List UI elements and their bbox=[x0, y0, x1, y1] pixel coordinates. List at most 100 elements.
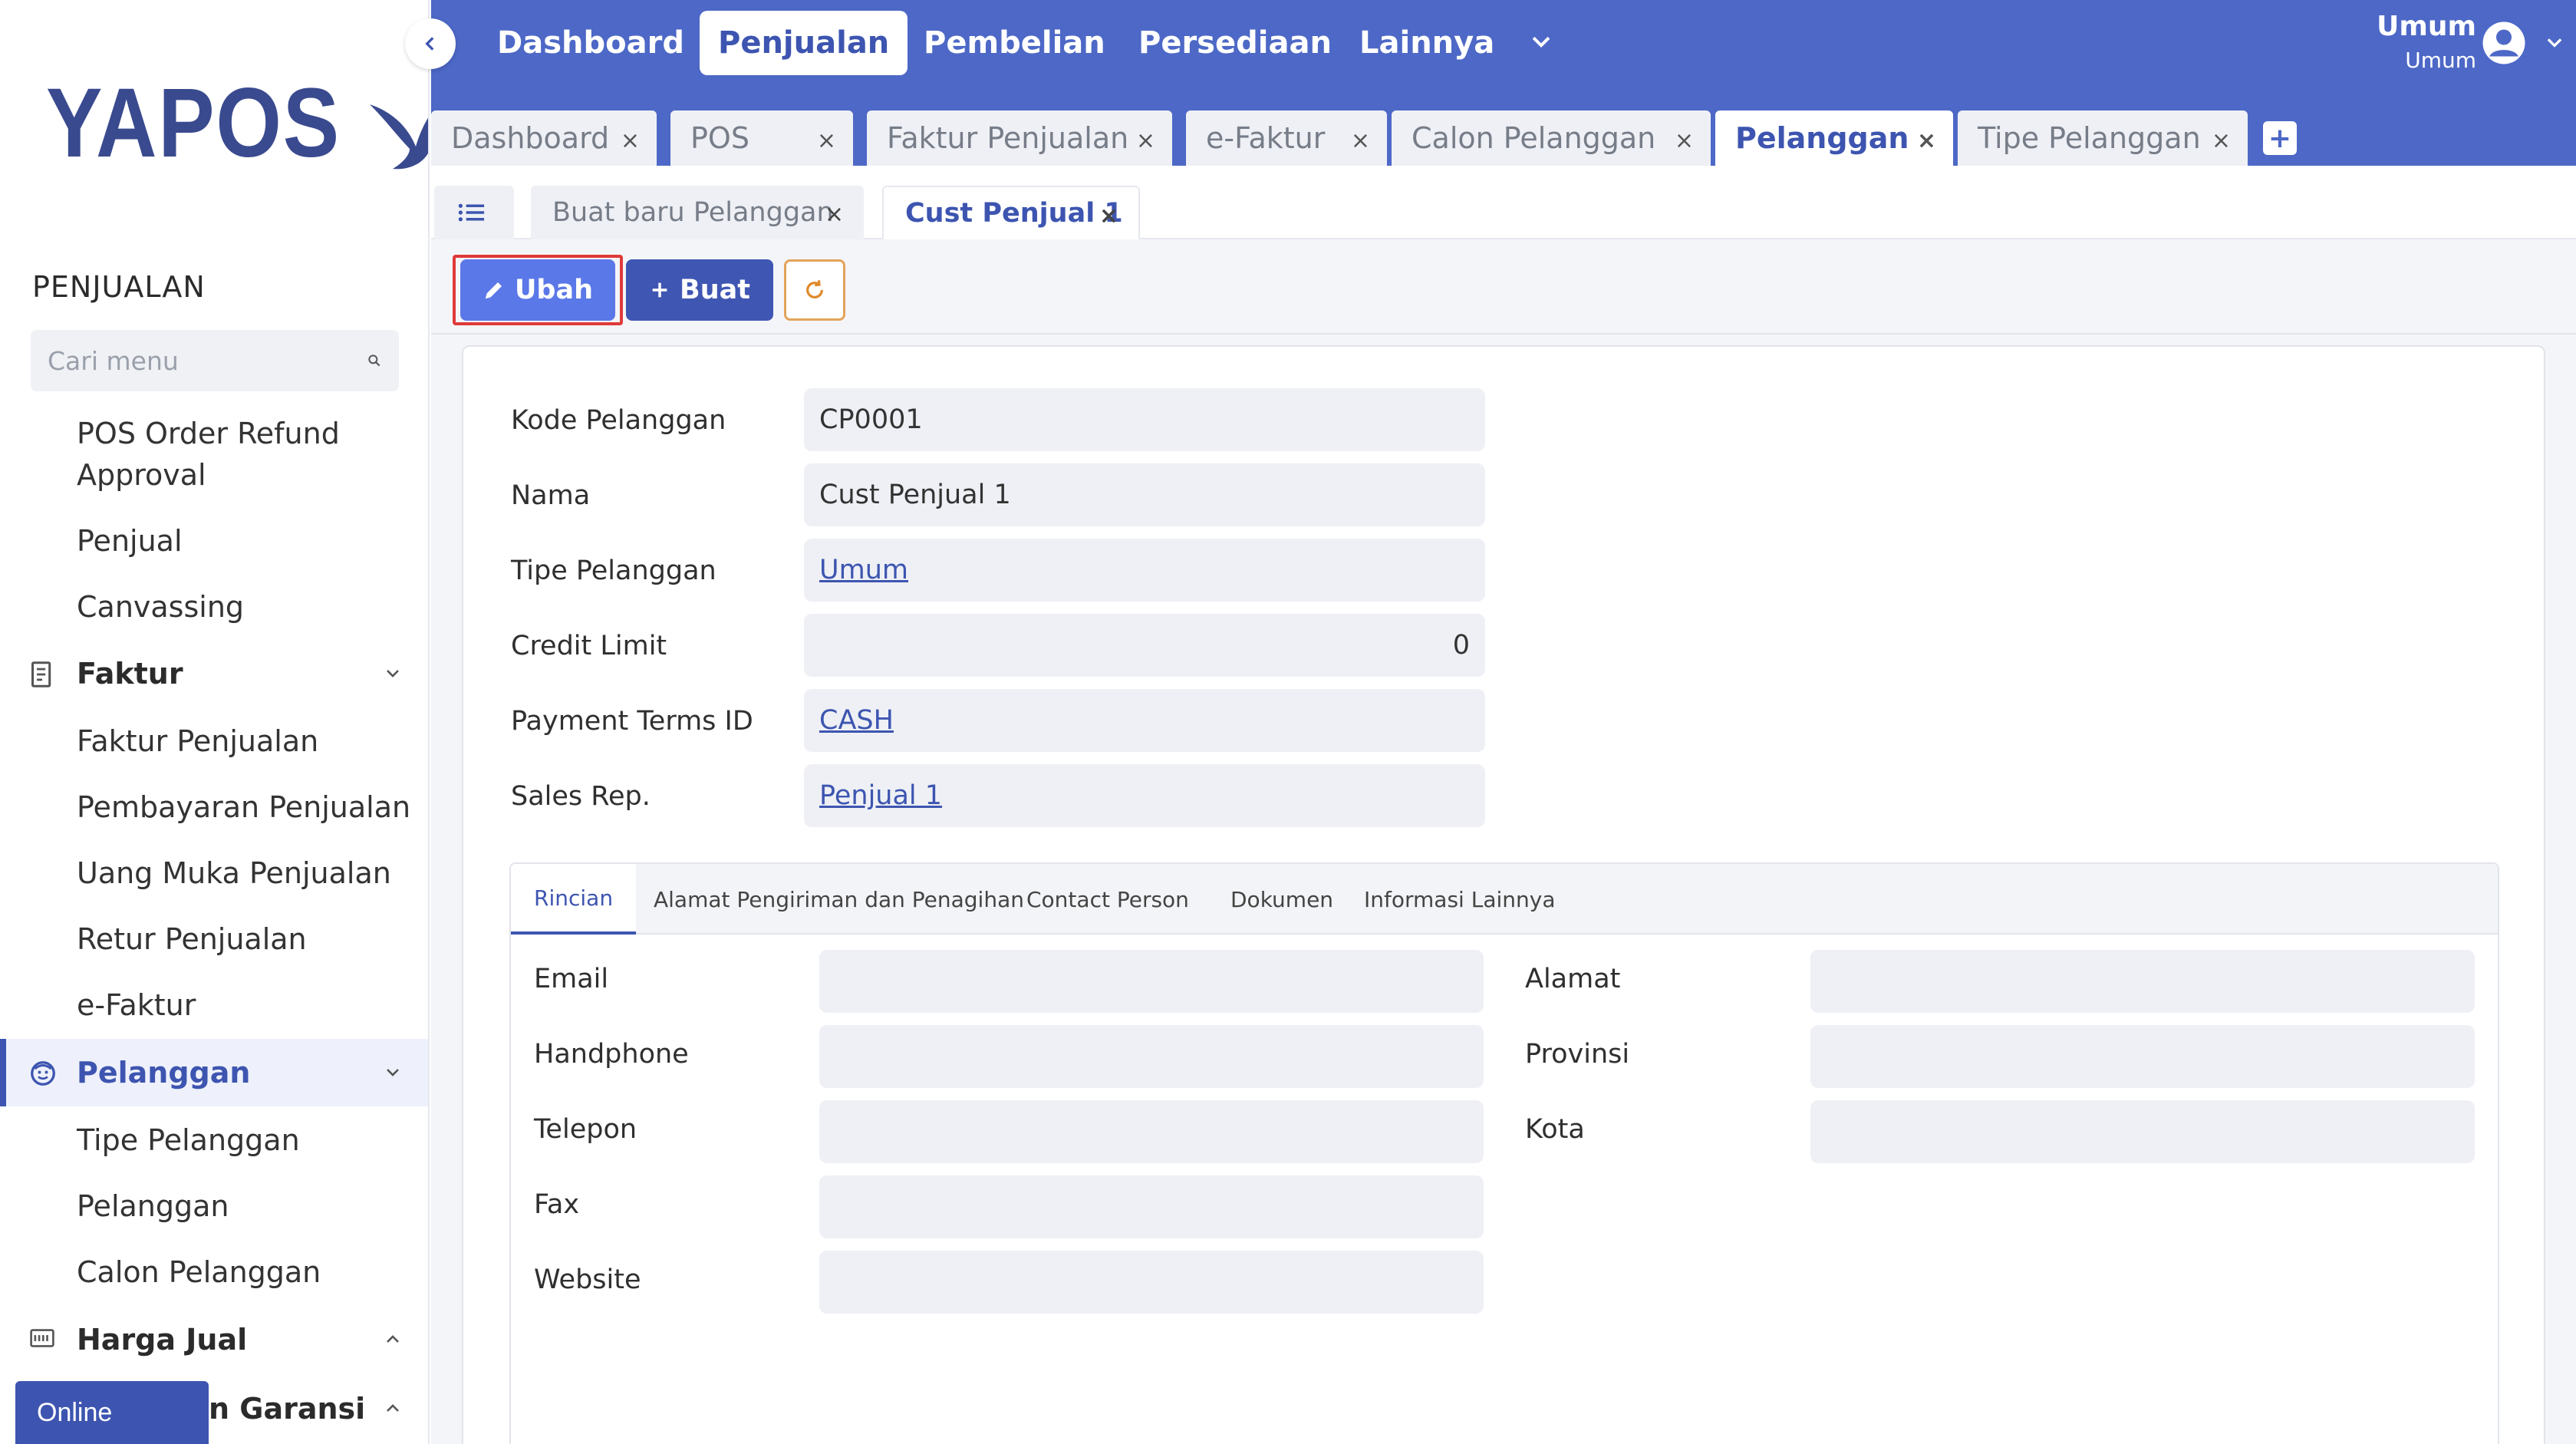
kode-pelanggan-field: CP0001 bbox=[804, 388, 1485, 451]
alamat-field bbox=[1810, 950, 2475, 1013]
telepon-label: Telepon bbox=[534, 1114, 637, 1145]
list-view-button[interactable] bbox=[434, 186, 514, 239]
search-icon[interactable] bbox=[367, 349, 382, 372]
edit-button[interactable]: Ubah bbox=[460, 259, 615, 321]
tab-label: Pelanggan bbox=[1735, 121, 1909, 155]
close-icon[interactable]: × bbox=[825, 201, 844, 228]
close-icon[interactable]: × bbox=[1917, 127, 1936, 154]
payment-terms-label: Payment Terms ID bbox=[511, 706, 753, 737]
credit-limit-field: 0 bbox=[804, 614, 1485, 677]
chevron-down-icon[interactable] bbox=[2544, 32, 2565, 54]
sidebar-group-label: n Garansi bbox=[209, 1392, 366, 1426]
sidebar-group-label: Faktur bbox=[77, 657, 183, 691]
sidebar-group-faktur[interactable]: Faktur bbox=[0, 640, 428, 707]
close-icon[interactable]: × bbox=[1136, 127, 1155, 154]
alamat-label: Alamat bbox=[1525, 964, 1621, 994]
close-icon[interactable]: × bbox=[1351, 127, 1370, 154]
provinsi-label: Provinsi bbox=[1525, 1039, 1630, 1070]
sidebar-item-pembayaran-penjualan[interactable]: Pembayaran Penjualan bbox=[77, 786, 410, 828]
nav-penjualan[interactable]: Penjualan bbox=[700, 11, 908, 75]
nama-field: Cust Penjual 1 bbox=[804, 463, 1485, 526]
kode-pelanggan-value: CP0001 bbox=[819, 404, 923, 435]
sidebar-item-faktur-penjualan[interactable]: Faktur Penjualan bbox=[77, 720, 318, 762]
tab-calon-pelanggan[interactable]: Calon Pelanggan × bbox=[1392, 110, 1711, 166]
payment-terms-link[interactable]: CASH bbox=[819, 705, 894, 736]
tab-label: Dashboard bbox=[451, 121, 610, 155]
website-field bbox=[819, 1251, 1484, 1314]
sidebar-item-calon-pelanggan[interactable]: Calon Pelanggan bbox=[77, 1251, 321, 1293]
create-button[interactable]: Buat bbox=[626, 259, 773, 321]
sidebar-item-retur-penjualan[interactable]: Retur Penjualan bbox=[77, 918, 307, 960]
tab-label: Calon Pelanggan bbox=[1412, 121, 1656, 155]
menu-search-input[interactable] bbox=[48, 345, 367, 376]
user-avatar-icon[interactable] bbox=[2481, 20, 2527, 66]
sidebar-item-approval[interactable]: Approval bbox=[77, 454, 206, 496]
sidebar-group-label: Harga Jual bbox=[77, 1323, 248, 1357]
tab-faktur-penjualan[interactable]: Faktur Penjualan × bbox=[867, 110, 1172, 166]
nav-pembelian[interactable]: Pembelian bbox=[905, 11, 1124, 75]
tab-contact-person[interactable]: Contact Person bbox=[1003, 864, 1212, 935]
sales-rep-link[interactable]: Penjual 1 bbox=[819, 780, 942, 811]
sidebar-item-canvassing[interactable]: Canvassing bbox=[77, 586, 244, 628]
sidebar-item-e-faktur[interactable]: e-Faktur bbox=[77, 984, 196, 1026]
chevron-up-icon bbox=[387, 1335, 399, 1343]
tab-alamat-pengiriman[interactable]: Alamat Pengiriman dan Penagihan bbox=[631, 864, 1047, 935]
payment-terms-field: CASH bbox=[804, 689, 1485, 752]
close-icon[interactable]: × bbox=[621, 127, 640, 154]
refresh-button[interactable] bbox=[784, 259, 845, 321]
close-icon[interactable]: × bbox=[1675, 127, 1694, 154]
tab-rincian[interactable]: Rincian bbox=[511, 864, 637, 935]
sidebar-group-pelanggan[interactable]: Pelanggan bbox=[0, 1039, 428, 1106]
kota-label: Kota bbox=[1525, 1114, 1585, 1145]
tab-dokumen[interactable]: Dokumen bbox=[1207, 864, 1356, 935]
tipe-pelanggan-link[interactable]: Umum bbox=[819, 555, 908, 585]
refresh-icon bbox=[806, 280, 823, 298]
tab-tipe-pelanggan[interactable]: Tipe Pelanggan × bbox=[1958, 110, 2248, 166]
menu-search-box[interactable] bbox=[31, 330, 399, 391]
nama-value: Cust Penjual 1 bbox=[819, 480, 1011, 510]
tab-informasi-lainnya[interactable]: Informasi Lainnya bbox=[1341, 864, 1578, 935]
email-label: Email bbox=[534, 964, 609, 994]
tab-label: Faktur Penjualan bbox=[887, 121, 1129, 155]
provinsi-field bbox=[1810, 1025, 2475, 1088]
action-toolbar: Ubah Buat bbox=[431, 239, 2576, 335]
detail-tab-bar: Rincian Alamat Pengiriman dan Penagihan … bbox=[511, 864, 2498, 935]
sidebar-item-pos-order-refund[interactable]: POS Order Refund bbox=[77, 413, 340, 454]
pencil-icon bbox=[485, 282, 502, 299]
user-role: Umum bbox=[2405, 48, 2476, 73]
tab-e-faktur[interactable]: e-Faktur × bbox=[1186, 110, 1387, 166]
add-tab-button[interactable]: + bbox=[2263, 121, 2297, 155]
tab-pos[interactable]: POS × bbox=[670, 110, 853, 166]
tab-dashboard[interactable]: Dashboard × bbox=[431, 110, 657, 166]
subtab-label: Buat baru Pelanggan bbox=[552, 197, 834, 228]
sidebar-collapse-button[interactable] bbox=[405, 18, 456, 69]
close-icon[interactable]: × bbox=[1099, 203, 1118, 229]
user-name: Umum bbox=[2377, 11, 2476, 42]
sidebar-item-tipe-pelanggan[interactable]: Tipe Pelanggan bbox=[77, 1119, 300, 1161]
tab-pelanggan[interactable]: Pelanggan × bbox=[1715, 110, 1953, 166]
nav-dashboard[interactable]: Dashboard bbox=[479, 11, 703, 75]
sidebar-group-harga-jual[interactable]: Harga Jual bbox=[0, 1306, 428, 1373]
close-icon[interactable]: × bbox=[817, 127, 836, 154]
nav-lainnya[interactable]: Lainnya bbox=[1341, 11, 1513, 75]
detail-tabs-panel: Rincian Alamat Pengiriman dan Penagihan … bbox=[509, 862, 2499, 1444]
content-area: Kode Pelanggan CP0001 Nama Cust Penjual … bbox=[431, 335, 2576, 1444]
sidebar: YAPOS PENJUALAN POS Order Refund Approva… bbox=[0, 0, 430, 1444]
chevron-down-icon[interactable] bbox=[1528, 29, 1554, 55]
subtab-cust-penjual-1[interactable]: Cust Penjual 1 × bbox=[882, 186, 1140, 239]
sidebar-item-uang-muka-penjualan[interactable]: Uang Muka Penjualan bbox=[77, 852, 391, 894]
sidebar-item-penjual[interactable]: Penjual bbox=[77, 520, 183, 562]
online-status-badge[interactable]: Online bbox=[15, 1381, 209, 1444]
subtab-buat-baru-pelanggan[interactable]: Buat baru Pelanggan × bbox=[531, 186, 864, 239]
nav-persediaan[interactable]: Persediaan bbox=[1120, 11, 1350, 75]
close-icon[interactable]: × bbox=[2212, 127, 2231, 154]
tipe-pelanggan-field: Umum bbox=[804, 539, 1485, 602]
customer-form-card: Kode Pelanggan CP0001 Nama Cust Penjual … bbox=[462, 345, 2545, 1444]
logo-text: YAPOS bbox=[46, 68, 341, 178]
list-icon bbox=[458, 203, 485, 222]
sidebar-item-pelanggan[interactable]: Pelanggan bbox=[77, 1185, 229, 1227]
chevron-down-icon bbox=[387, 670, 399, 677]
tab-label: Tipe Pelanggan bbox=[1978, 121, 2201, 155]
telepon-field bbox=[819, 1100, 1484, 1163]
sales-rep-label: Sales Rep. bbox=[511, 781, 651, 812]
